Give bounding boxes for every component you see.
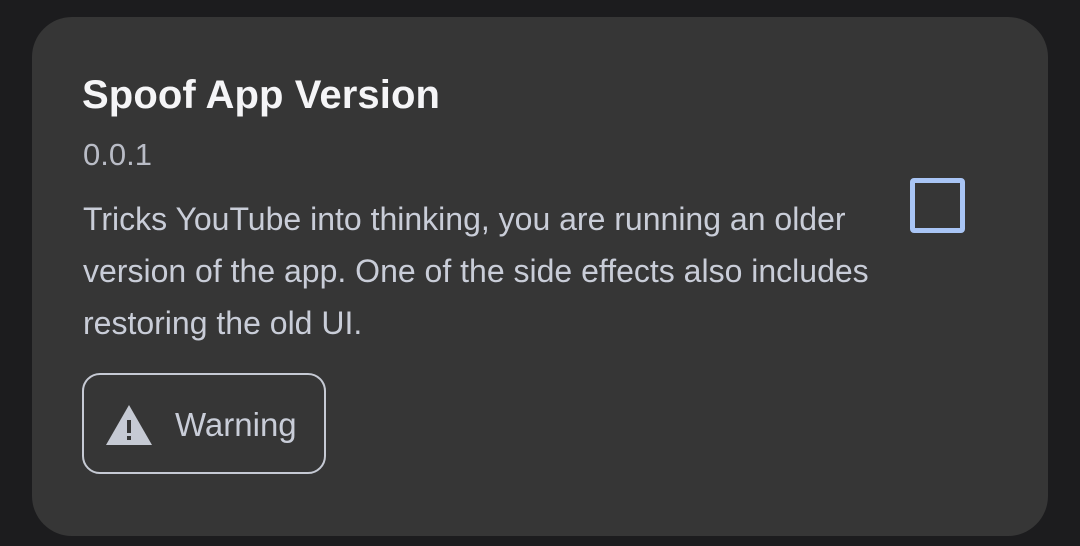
patch-title: Spoof App Version <box>82 73 441 117</box>
warning-chip[interactable]: Warning <box>82 373 326 474</box>
patch-card[interactable]: Spoof App Version 0.0.1 Tricks YouTube i… <box>32 17 1048 536</box>
warning-triangle-icon <box>106 405 152 445</box>
warning-chip-label: Warning <box>175 406 297 443</box>
patch-enable-checkbox[interactable] <box>910 178 965 233</box>
patch-description: Tricks YouTube into thinking, you are ru… <box>83 201 869 341</box>
patch-version: 0.0.1 <box>83 137 152 172</box>
